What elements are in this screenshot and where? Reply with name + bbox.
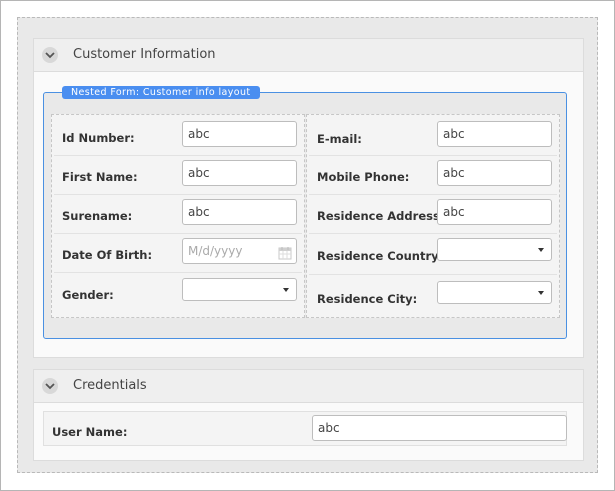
chevron-down-icon[interactable] (42, 378, 58, 394)
form-row: Gender: (54, 273, 302, 313)
mobile-phone-input[interactable]: abc (437, 160, 552, 186)
form-canvas: Customer Information Nested Form: Custom… (17, 17, 598, 473)
mobile-phone-label: Mobile Phone: (317, 170, 410, 184)
date-of-birth-placeholder: M/d/yyyy (188, 244, 243, 258)
email-input[interactable]: abc (437, 121, 552, 147)
form-row: E-mail: abc (309, 117, 557, 156)
residence-city-label: Residence City: (317, 292, 418, 306)
form-row: Id Number: abc (54, 117, 302, 156)
first-name-input[interactable]: abc (182, 160, 297, 186)
credentials-header[interactable]: Credentials (34, 370, 583, 403)
nested-form-caption: Nested Form: Customer info layout (62, 86, 260, 99)
residence-city-select[interactable] (437, 281, 552, 304)
first-name-label: First Name: (62, 170, 138, 184)
dropdown-caret-icon[interactable] (538, 248, 544, 252)
surename-label: Surename: (62, 209, 133, 223)
date-of-birth-input[interactable]: M/d/yyyy (182, 238, 297, 264)
credentials-group: Credentials User Name: abc (33, 369, 584, 461)
gender-select[interactable] (182, 278, 297, 301)
email-label: E-mail: (317, 132, 362, 146)
date-of-birth-label: Date Of Birth: (62, 248, 153, 262)
group-title: Credentials (73, 378, 147, 393)
customer-information-header[interactable]: Customer Information (34, 39, 583, 72)
chevron-down-icon[interactable] (42, 47, 58, 63)
customer-information-group: Customer Information Nested Form: Custom… (33, 38, 584, 358)
form-row: Residence Address: abc (309, 195, 557, 234)
right-column: E-mail: abc Mobile Phone: abc Residence … (306, 114, 560, 318)
nested-form: Nested Form: Customer info layout Id Num… (43, 86, 567, 339)
form-row: Mobile Phone: abc (309, 156, 557, 195)
form-row: Surename: abc (54, 195, 302, 234)
residence-address-input[interactable]: abc (437, 199, 552, 225)
surename-input[interactable]: abc (182, 199, 297, 225)
form-row: Residence Country: (309, 234, 557, 275)
residence-country-select[interactable] (437, 238, 552, 261)
residence-country-label: Residence Country: (317, 249, 444, 263)
form-row: First Name: abc (54, 156, 302, 195)
user-name-input[interactable]: abc (312, 415, 567, 441)
group-title: Customer Information (73, 47, 216, 62)
calendar-icon[interactable] (278, 244, 292, 268)
form-row: Residence City: (309, 275, 557, 315)
id-number-label: Id Number: (62, 131, 135, 145)
dropdown-caret-icon[interactable] (283, 288, 289, 292)
residence-address-label: Residence Address: (317, 209, 445, 223)
form-row: Date Of Birth: M/d/yyyy (54, 234, 302, 273)
user-name-label: User Name: (52, 425, 128, 439)
gender-label: Gender: (62, 288, 114, 302)
dropdown-caret-icon[interactable] (538, 291, 544, 295)
id-number-input[interactable]: abc (182, 121, 297, 147)
app-window: Customer Information Nested Form: Custom… (0, 0, 615, 491)
left-column: Id Number: abc First Name: abc Surename:… (51, 114, 305, 318)
user-name-row: User Name: abc (43, 411, 567, 446)
